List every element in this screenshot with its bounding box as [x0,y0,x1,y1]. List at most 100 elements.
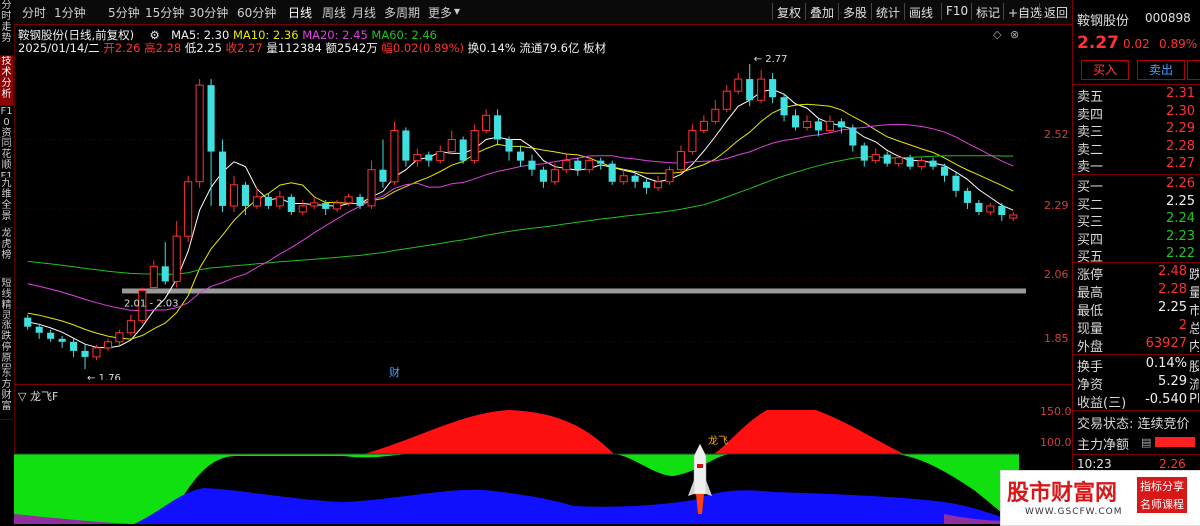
candle[interactable] [470,124,479,164]
left-tab-0[interactable]: 分时走势 [0,0,13,56]
candle[interactable] [287,193,295,215]
candle[interactable] [402,127,410,167]
candle[interactable] [379,139,387,188]
chevron-down-icon[interactable]: ▽ [18,390,26,403]
candle[interactable] [425,151,433,167]
candle[interactable] [447,130,456,155]
candle[interactable] [917,157,926,170]
candle[interactable] [597,157,605,170]
stat2-row[interactable]: 净资 5.29 流 [1077,374,1199,393]
stat2-row[interactable]: 收益(三) -0.540PE [1077,392,1199,411]
candle[interactable] [126,314,135,336]
ask-row[interactable]: 卖三 2.29 [1077,121,1199,140]
candle[interactable] [35,323,43,339]
candle[interactable] [780,94,788,122]
candle[interactable] [952,172,960,197]
stat2-row[interactable]: 换手 0.14% 股 [1077,356,1199,375]
candle[interactable] [871,148,880,164]
candle[interactable] [241,181,250,215]
candle[interactable] [356,193,364,209]
candle[interactable] [631,172,639,188]
stat-row[interactable]: 外盘 63927 内 [1077,336,1199,355]
bid-row[interactable]: 买一 2.26 [1077,176,1199,195]
ask-row[interactable]: 卖一 2.27 [1077,156,1199,175]
period-tab-7[interactable]: 周线 [322,4,346,21]
candle[interactable] [814,118,823,137]
candle[interactable] [562,154,571,173]
stat-row[interactable]: 涨停 2.48 跌 [1077,264,1199,283]
candle[interactable] [860,142,868,167]
ask-row[interactable]: 卖五 2.31 [1077,86,1199,105]
ask-row[interactable]: 卖二 2.28 [1077,139,1199,158]
candle[interactable] [746,64,754,107]
tool-button-2[interactable]: 多股 [843,4,867,21]
stat-row[interactable]: 最低 2.25 市 [1077,300,1199,319]
tool-button-6[interactable]: 标记 [976,4,1000,21]
period-tab-0[interactable]: 分时 [22,4,46,21]
candle[interactable] [264,193,272,209]
candle[interactable] [643,178,651,194]
candle[interactable] [298,199,307,215]
candle[interactable] [998,202,1006,222]
period-tab-2[interactable]: 5分钟 [108,4,140,21]
candle[interactable] [70,338,78,357]
left-tab-7[interactable]: 涨跌停原因 [0,320,13,368]
candle[interactable] [699,115,708,134]
candle[interactable] [172,221,181,288]
candle[interactable] [367,160,376,209]
candle[interactable] [218,139,227,212]
candle[interactable] [769,73,777,104]
candle[interactable] [436,145,445,164]
tool-button-0[interactable]: 复权 [777,4,801,21]
period-tab-1[interactable]: 1分钟 [54,4,86,21]
period-tab-9[interactable]: 多周期 [384,4,420,21]
candle[interactable] [58,335,66,348]
candle[interactable] [963,187,971,209]
left-tab-6[interactable]: 短线精灵 [0,278,13,320]
bid-row[interactable]: 买四 2.23 [1077,229,1199,248]
candle[interactable] [149,260,158,291]
candle[interactable] [482,109,491,134]
period-tab-10[interactable]: 更多 [428,4,452,21]
candle[interactable] [459,136,467,164]
indicator-chart[interactable]: 龙飞 [14,410,1026,524]
sell-button[interactable]: 卖出 [1137,60,1185,80]
tool-button-8[interactable]: 返回 [1044,4,1068,21]
ask-row[interactable]: 卖四 2.30 [1077,104,1199,123]
candle[interactable] [585,157,594,173]
left-tab-8[interactable]: 东方财富 [0,368,13,420]
candle[interactable] [653,175,663,191]
tool-button-4[interactable]: 画线 [909,4,933,21]
candle[interactable] [975,199,983,215]
bid-row[interactable]: 买二 2.25 [1077,194,1199,213]
tool-button-7[interactable]: +自选 [1008,4,1042,21]
candle[interactable] [539,166,547,188]
candle[interactable] [47,329,55,342]
candle[interactable] [81,344,89,369]
candle[interactable] [103,338,113,351]
candlestick-chart[interactable]: ← 2.77 ← 1.76 2.01 - 2.03 财 [14,24,1026,380]
candle[interactable] [883,151,891,167]
tool-button-1[interactable]: 叠加 [810,4,834,21]
candle[interactable] [711,100,720,125]
candle[interactable] [494,109,502,146]
candle[interactable] [574,157,582,176]
candle[interactable] [722,85,731,113]
candle[interactable] [390,121,399,185]
stat-row[interactable]: 现量 2 总 [1077,318,1199,337]
candle[interactable] [505,136,513,161]
period-tab-5[interactable]: 60分钟 [237,4,276,21]
candle[interactable] [413,148,422,167]
left-tab-2[interactable]: F10资料 [0,106,13,138]
candle[interactable] [528,154,536,176]
candle[interactable] [665,166,674,185]
candle[interactable] [184,175,193,243]
tool-button-3[interactable]: 统计 [876,4,900,21]
period-tab-4[interactable]: 30分钟 [189,4,228,21]
candle[interactable] [229,175,239,212]
left-tab-3[interactable]: 同花顺F10 [0,138,13,178]
candle[interactable] [24,314,32,330]
candle[interactable] [986,202,995,215]
candle[interactable] [734,73,743,95]
event-marker[interactable]: 财 [389,365,400,379]
